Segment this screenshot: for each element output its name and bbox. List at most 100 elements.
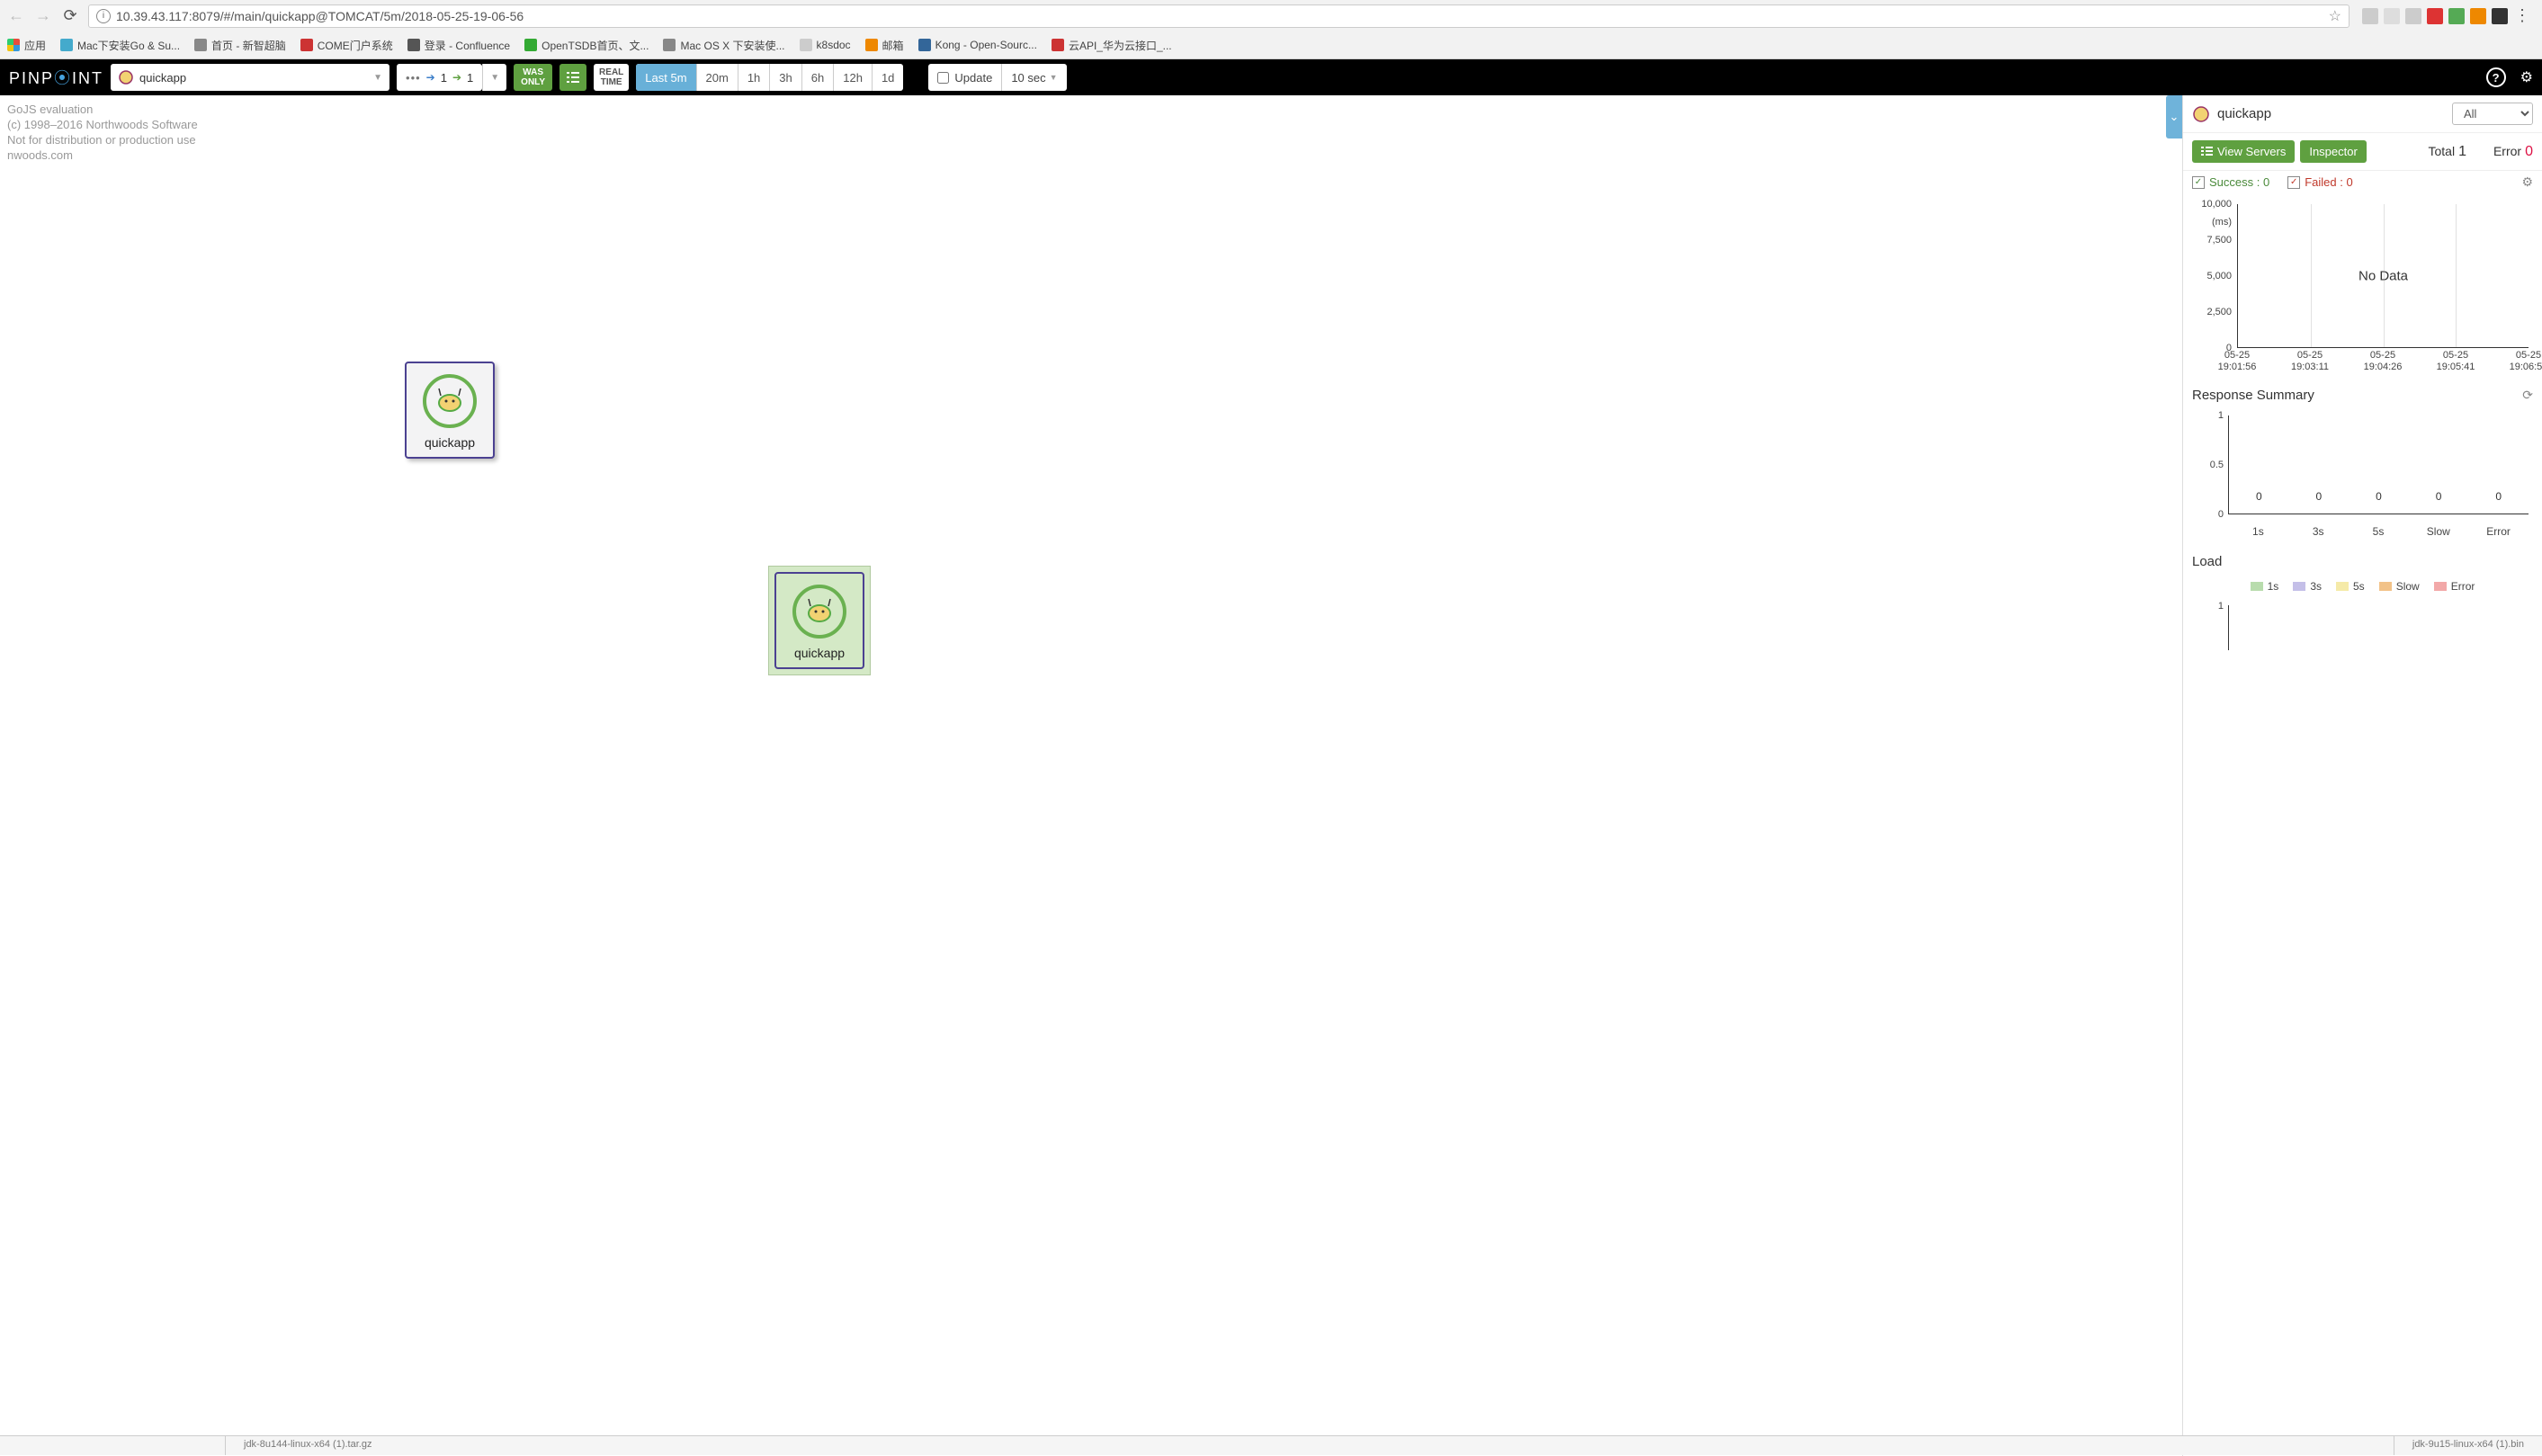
x-tick: 5s	[2373, 525, 2385, 538]
server-node-group[interactable]: quickapp	[768, 566, 871, 675]
bar-value: 0	[2436, 490, 2442, 503]
time-range-button[interactable]: 1d	[873, 64, 903, 91]
app-name: quickapp	[139, 71, 186, 85]
chart-settings-icon[interactable]: ⚙	[2521, 174, 2533, 190]
download-item[interactable]: jdk-8u144-linux-x64 (1).tar.gz	[225, 1436, 389, 1455]
application-selector[interactable]: quickapp ▼	[111, 64, 389, 91]
favicon-icon	[865, 39, 878, 51]
legend-swatch	[2336, 582, 2349, 591]
y-tick: 2,500	[2206, 307, 2232, 317]
settings-button[interactable]: ⚙	[2520, 68, 2533, 86]
bookmarks-bar: 应用 Mac下安装Go & Su... 首页 - 新智超脑 COME门户系统登录 -…	[0, 31, 2542, 58]
x-tick: 05-25 19:03:11	[2291, 350, 2329, 373]
app-header: PINP⦿INT quickapp ▼ ••• ➔ 1 ➔ 1 ▼ WASONL…	[0, 59, 2542, 95]
menu-icon[interactable]: ⋮	[2513, 6, 2531, 25]
failed-legend-toggle[interactable]: ✓ Failed : 0	[2287, 174, 2352, 190]
forward-button[interactable]: →	[34, 6, 52, 25]
realtime-toggle[interactable]: REALTIME	[594, 64, 629, 91]
x-tick: 05-25 19:01:56	[2218, 350, 2257, 373]
update-toggle[interactable]: Update	[928, 64, 1002, 91]
ext-icon[interactable]	[2470, 8, 2486, 24]
time-range-button[interactable]: 3h	[770, 64, 801, 91]
node-label: quickapp	[792, 646, 846, 660]
time-range-button[interactable]: 12h	[834, 64, 873, 91]
load-chart[interactable]: 1	[2228, 605, 2533, 659]
bar-value: 0	[2316, 490, 2323, 503]
chart-settings-icon[interactable]: ⟳	[2522, 388, 2533, 403]
server-node[interactable]: quickapp	[774, 572, 864, 669]
bar-value: 0	[2376, 490, 2382, 503]
response-summary-title: Response Summary ⟳	[2183, 382, 2542, 408]
ext-icon[interactable]	[2427, 8, 2443, 24]
bookmark-item[interactable]: 云API_华为云接口_...	[1052, 38, 1172, 53]
update-interval-selector[interactable]: 10 sec ▼	[1002, 64, 1066, 91]
bookmark-item[interactable]: 邮箱	[865, 38, 904, 53]
scatter-chart[interactable]: No Data 02,5005,0007,50010,000 (ms) 05-2…	[2237, 204, 2533, 375]
tomcat-icon	[2192, 105, 2210, 123]
legend-item[interactable]: 3s	[2293, 580, 2322, 593]
was-only-toggle[interactable]: WASONLY	[514, 64, 552, 91]
y-tick: 7,500	[2206, 235, 2232, 246]
response-summary-chart[interactable]: 00000 00.51 1s3s5sSlowError	[2228, 415, 2533, 541]
help-button[interactable]: ?	[2486, 67, 2506, 87]
server-node[interactable]: quickapp	[405, 362, 495, 459]
ext-icon[interactable]	[2405, 8, 2421, 24]
server-map-canvas[interactable]: GoJS evaluation (c) 1998–2016 Northwoods…	[0, 95, 2166, 1456]
load-legend: 1s 3s 5s Slow Error	[2183, 575, 2542, 598]
panel-title: quickapp	[2217, 106, 2271, 121]
bookmark-item[interactable]: OpenTSDB首页、文...	[524, 38, 649, 53]
bookmark-item[interactable]: Kong - Open-Sourc...	[918, 39, 1037, 51]
arrow-right-icon: ➔	[452, 71, 461, 84]
outbound-depth: 1	[467, 71, 473, 85]
ext-icon[interactable]	[2448, 8, 2465, 24]
bookmark-star-icon[interactable]: ☆	[2329, 7, 2341, 25]
legend-item[interactable]: Error	[2434, 580, 2475, 593]
ext-icon[interactable]	[2384, 8, 2400, 24]
bidirectional-toggle[interactable]	[559, 64, 586, 91]
info-icon[interactable]: i	[96, 9, 111, 23]
x-tick: Slow	[2427, 525, 2450, 538]
inbound-depth: 1	[441, 71, 447, 85]
time-range-button[interactable]: 20m	[697, 64, 738, 91]
view-servers-button[interactable]: View Servers	[2192, 140, 2295, 163]
bookmark-item[interactable]: 首页 - 新智超脑	[194, 38, 286, 53]
bookmark-item[interactable]: Mac OS X 下安装使...	[663, 38, 784, 53]
success-legend-toggle[interactable]: ✓ Success : 0	[2192, 174, 2269, 190]
bookmark-item[interactable]: Mac下安装Go & Su...	[60, 38, 180, 53]
ext-icon[interactable]	[2492, 8, 2508, 24]
total-stat: Total1	[2428, 144, 2466, 160]
favicon-icon	[300, 39, 313, 51]
time-range-button[interactable]: Last 5m	[636, 64, 696, 91]
pinpoint-logo[interactable]: PINP⦿INT	[9, 66, 103, 89]
bookmark-item[interactable]: 登录 - Confluence	[407, 38, 510, 53]
ext-icon[interactable]	[2362, 8, 2378, 24]
agent-filter[interactable]: All	[2452, 103, 2533, 125]
caret-down-icon: ▼	[1050, 73, 1058, 82]
download-item[interactable]: jdk-9u15-linux-x64 (1).bin	[2394, 1436, 2542, 1455]
panel-toggle[interactable]: ⌄	[2166, 95, 2182, 138]
back-button[interactable]: ←	[7, 6, 25, 25]
legend-item[interactable]: Slow	[2379, 580, 2420, 593]
bookmark-item[interactable]: k8sdoc	[800, 39, 851, 51]
time-range-button[interactable]: 1h	[738, 64, 770, 91]
bookmark-item[interactable]: COME门户系统	[300, 38, 393, 53]
bar-value: 0	[2256, 490, 2262, 503]
depth-selector[interactable]: ••• ➔ 1 ➔ 1	[397, 64, 482, 91]
time-range-button[interactable]: 6h	[802, 64, 834, 91]
url-input[interactable]	[116, 9, 2323, 23]
list-icon	[2201, 146, 2213, 157]
favicon-icon	[60, 39, 73, 51]
reload-button[interactable]: ⟳	[61, 6, 79, 25]
update-checkbox[interactable]	[937, 72, 949, 84]
apps-button[interactable]: 应用	[7, 38, 46, 53]
legend-item[interactable]: 5s	[2336, 580, 2365, 593]
x-tick: 05-25 19:06:56	[2510, 350, 2542, 373]
favicon-icon	[918, 39, 931, 51]
x-tick: 3s	[2313, 525, 2324, 538]
depth-dropdown[interactable]: ▼	[482, 64, 506, 91]
gojs-watermark: GoJS evaluation (c) 1998–2016 Northwoods…	[7, 103, 198, 164]
inspector-button[interactable]: Inspector	[2300, 140, 2366, 163]
legend-swatch	[2293, 582, 2305, 591]
url-bar[interactable]: i ☆	[88, 4, 2350, 28]
legend-item[interactable]: 1s	[2251, 580, 2279, 593]
